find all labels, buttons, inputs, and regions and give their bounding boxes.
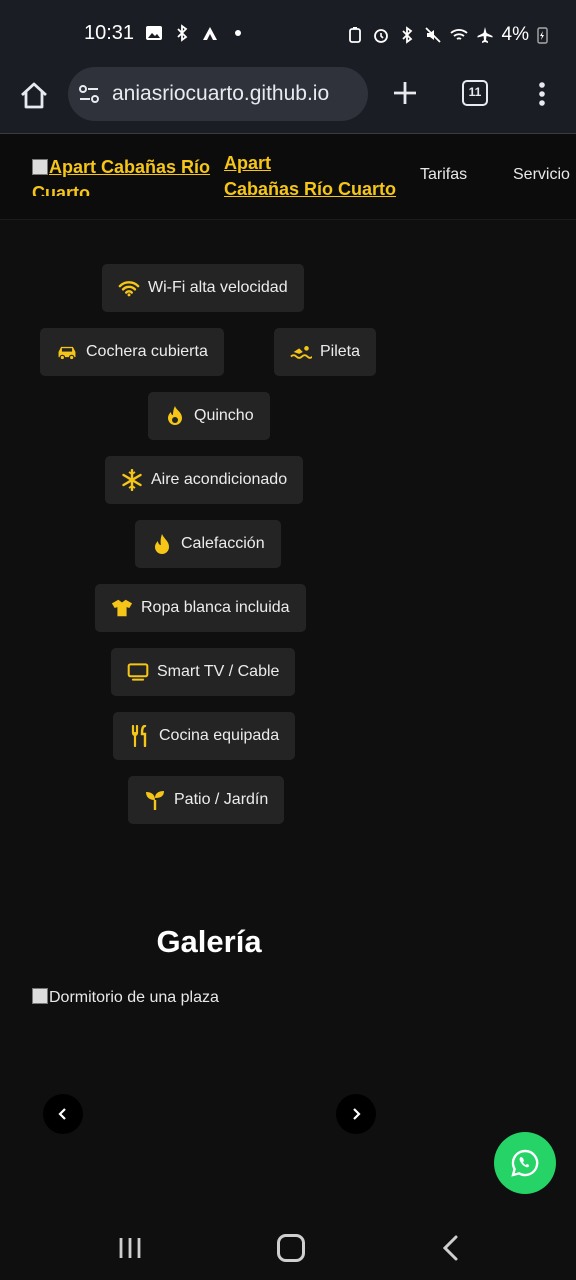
amenity-pileta: Pileta [274, 328, 377, 376]
amenity-label: Quincho [194, 407, 254, 424]
back-icon[interactable] [440, 1234, 462, 1262]
status-right-icons: 4% [346, 24, 548, 46]
tab-switcher-button[interactable]: 11 [462, 80, 488, 106]
recents-icon[interactable] [118, 1236, 142, 1260]
carousel-prev-button[interactable] [43, 1094, 83, 1134]
nav-tarifas[interactable]: Tarifas [420, 166, 467, 184]
broken-image-icon [32, 988, 48, 1004]
home-icon[interactable] [18, 80, 50, 112]
amenity-label: Calefacción [181, 535, 265, 552]
chevron-left-icon [58, 1108, 66, 1120]
tv-icon [127, 661, 149, 683]
status-time: 10:31 [84, 22, 135, 44]
battery-icon [537, 27, 548, 44]
home-nav-icon[interactable] [277, 1234, 305, 1262]
amenity-patio: Patio / Jardín [128, 776, 285, 824]
new-tab-icon[interactable] [390, 78, 420, 108]
amenity-tv: Smart TV / Cable [111, 648, 296, 696]
logo-image[interactable]: Apart Cabañas Río Cuarto [32, 154, 217, 196]
alarm-icon [373, 29, 388, 43]
bluetooth-icon [401, 26, 412, 44]
image-icon [146, 26, 162, 40]
amenity-quincho: Quincho [148, 392, 270, 440]
seedling-icon [144, 789, 166, 811]
flame-icon [151, 533, 173, 555]
bluetooth-icon [177, 24, 188, 42]
amenity-label: Ropa blanca incluida [141, 599, 290, 616]
amenity-label: Cocina equipada [159, 727, 280, 744]
fire-icon [164, 405, 186, 427]
amenity-calefaccion: Calefacción [135, 520, 281, 568]
snowflake-icon [121, 469, 143, 491]
amenity-label: Cochera cubierta [86, 343, 208, 360]
screen: 10:31 4% aniasriocuarto.github.io 11 Apa… [0, 0, 576, 1280]
more-menu-icon[interactable] [536, 80, 548, 108]
shirt-icon [111, 597, 133, 619]
gallery-image-alt: Dormitorio de una plaza [49, 989, 219, 1006]
site-settings-icon[interactable] [78, 84, 100, 104]
gallery-title: Galería [156, 924, 262, 959]
site-header: Apart Cabañas Río Cuarto Apart Cabañas R… [0, 134, 576, 220]
battery-saver-icon [348, 27, 361, 43]
amenity-wifi: Wi-Fi alta velocidad [102, 264, 304, 312]
car-icon [56, 341, 78, 363]
amenity-label: Aire acondicionado [151, 471, 288, 488]
amenity-ropa-blanca: Ropa blanca incluida [95, 584, 306, 632]
amenity-label: Wi-Fi alta velocidad [148, 279, 288, 296]
url-text: aniasriocuarto.github.io [112, 82, 330, 105]
amenity-label: Smart TV / Cable [157, 663, 280, 680]
mute-icon [424, 27, 441, 43]
dot-icon [235, 30, 241, 36]
brand-line-2: Cabañas Río Cuarto [224, 179, 397, 199]
status-bar: 10:31 4% [0, 0, 576, 66]
app-a-icon [203, 27, 217, 40]
status-left-icons [145, 24, 247, 42]
system-nav-bar [0, 1212, 576, 1280]
brand-line-1: Apart [224, 153, 272, 173]
amenity-cochera: Cochera cubierta [40, 328, 224, 376]
swimmer-icon [290, 341, 312, 363]
utensils-icon [129, 725, 151, 747]
gallery-image: Dormitorio de una plaza [32, 988, 219, 1007]
logo-alt-text: Apart Cabañas Río Cuarto [32, 157, 211, 196]
broken-image-icon [32, 159, 48, 175]
battery-percent: 4% [501, 24, 529, 45]
browser-toolbar: aniasriocuarto.github.io 11 [0, 66, 576, 134]
wifi-icon [118, 277, 140, 299]
whatsapp-icon [511, 1149, 539, 1177]
brand-link[interactable]: Apart Cabañas Río Cuarto [224, 150, 424, 202]
amenity-label: Patio / Jardín [174, 791, 269, 808]
whatsapp-button[interactable] [494, 1132, 556, 1194]
amenity-label: Pileta [320, 343, 361, 360]
address-bar[interactable]: aniasriocuarto.github.io [68, 67, 368, 121]
airplane-icon [477, 27, 493, 43]
carousel-next-button[interactable] [336, 1094, 376, 1134]
amenity-cocina: Cocina equipada [113, 712, 296, 760]
amenity-aire: Aire acondicionado [105, 456, 304, 504]
wifi-icon [449, 29, 468, 40]
chevron-right-icon [353, 1108, 361, 1120]
nav-servicios[interactable]: Servicio [513, 166, 570, 184]
